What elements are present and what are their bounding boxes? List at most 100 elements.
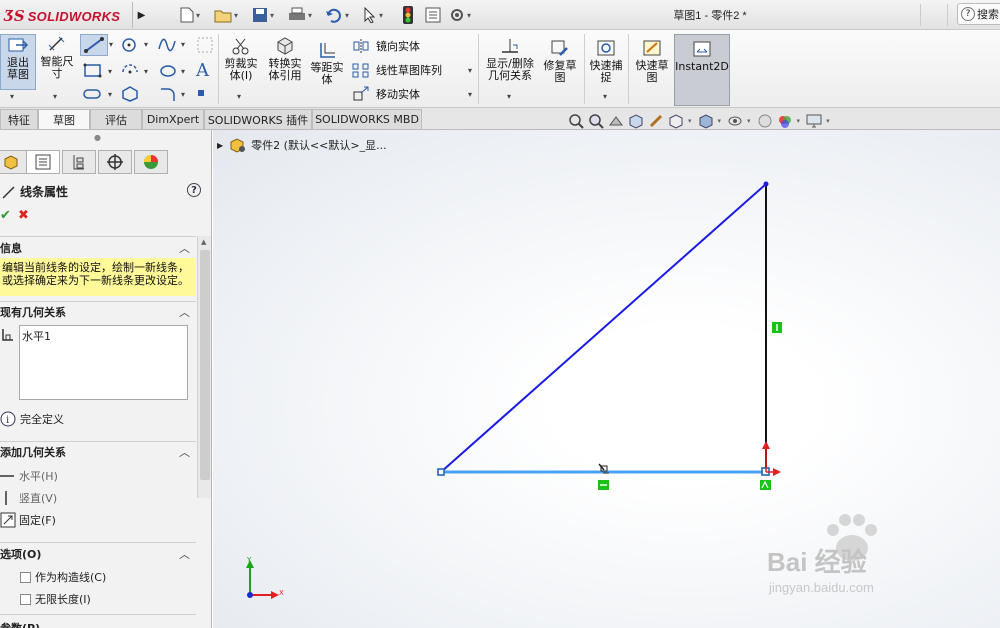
chevron-down-icon[interactable]: ▾: [181, 67, 185, 76]
chevron-down-icon[interactable]: ▾: [234, 11, 238, 20]
trim-entities-button[interactable]: 剪裁实体(I): [222, 36, 260, 82]
chevron-down-icon[interactable]: ▾: [108, 90, 112, 99]
save-button[interactable]: ▾: [252, 4, 274, 26]
slot-tool-button[interactable]: [82, 86, 104, 105]
left-endpoint[interactable]: [437, 468, 445, 476]
property-manager-tab[interactable]: [26, 150, 60, 174]
solidworks-logo[interactable]: ƷS SOLIDWORKS: [4, 6, 120, 26]
convert-entities-button[interactable]: 转换实体引用: [264, 36, 306, 82]
chevron-up-icon[interactable]: ︿: [179, 304, 190, 320]
rectangle-tool-button[interactable]: [82, 62, 104, 83]
cancel-x-icon[interactable]: ✖: [18, 208, 29, 223]
configuration-manager-tab[interactable]: [62, 150, 96, 174]
zoom-to-fit-icon[interactable]: [568, 113, 584, 129]
add-relations-header[interactable]: 添加几何关系 ︿: [0, 442, 196, 462]
chevron-down-icon[interactable]: ▾: [379, 11, 383, 20]
instant2d-button[interactable]: Instant2D: [674, 34, 730, 106]
info-section-header[interactable]: 信息 ︿: [0, 238, 196, 258]
view-orientation-icon[interactable]: [668, 113, 684, 129]
chevron-down-icon[interactable]: ▾: [181, 90, 185, 99]
chevron-down-icon[interactable]: ▾: [718, 117, 722, 125]
hypotenuse-line[interactable]: [440, 183, 767, 473]
quick-snaps-button[interactable]: 快速捕捉: [586, 38, 626, 84]
chevron-down-icon[interactable]: ▾: [603, 92, 607, 101]
print-button[interactable]: ▾: [288, 4, 312, 26]
repair-sketch-button[interactable]: 修复草图: [540, 38, 580, 84]
existing-relations-header[interactable]: 现有几何关系 ︿: [0, 302, 196, 322]
checkbox-box[interactable]: [20, 593, 31, 605]
chevron-down-icon[interactable]: ▾: [144, 67, 148, 76]
apply-scene-icon[interactable]: [777, 113, 793, 129]
circle-tool-button[interactable]: [120, 36, 140, 57]
scrollbar-thumb[interactable]: [200, 250, 210, 480]
chevron-down-icon[interactable]: ▾: [747, 117, 751, 125]
rapid-sketch-button[interactable]: 快速草图: [632, 38, 672, 84]
display-relations-button[interactable]: 显示/删除几何关系: [482, 36, 538, 82]
chevron-down-icon[interactable]: ▾: [826, 117, 830, 125]
panel-scrollbar[interactable]: ▲: [197, 236, 211, 498]
chevron-up-icon[interactable]: ︿: [179, 444, 190, 460]
line-tool-button[interactable]: [80, 34, 108, 56]
horizontal-relation-badge[interactable]: [598, 480, 609, 490]
section-view-icon[interactable]: [628, 113, 644, 129]
tab-addins[interactable]: SOLIDWORKS 插件: [204, 109, 312, 129]
offset-entities-button[interactable]: 等距实体: [308, 40, 346, 86]
text-tool-button[interactable]: A: [196, 60, 209, 81]
search-commands-button[interactable]: ? 搜索: [957, 3, 1000, 25]
previous-view-icon[interactable]: [608, 113, 624, 129]
linear-pattern-button[interactable]: 线性草图阵列: [352, 61, 442, 79]
ellipse-tool-button[interactable]: [158, 62, 178, 83]
chevron-down-icon[interactable]: ▾: [688, 117, 692, 125]
chevron-down-icon[interactable]: ▾: [308, 11, 312, 20]
tab-mbd[interactable]: SOLIDWORKS MBD: [312, 109, 422, 129]
chevron-down-icon[interactable]: ▾: [108, 67, 112, 76]
chevron-up-icon[interactable]: ︿: [179, 546, 190, 562]
display-style-icon[interactable]: [698, 113, 714, 129]
surface-sketch-button[interactable]: [196, 36, 214, 57]
dimxpert-manager-tab[interactable]: [98, 150, 132, 174]
existing-relations-list[interactable]: 水平1: [19, 325, 188, 400]
dynamic-annotation-icon[interactable]: [648, 113, 664, 129]
zoom-area-icon[interactable]: [588, 113, 604, 129]
menu-expand-button[interactable]: ▶: [132, 2, 150, 28]
chevron-down-icon[interactable]: ▾: [53, 92, 57, 101]
smart-dimension-button[interactable]: 智能尺寸: [38, 34, 76, 80]
polygon-tool-button[interactable]: [120, 86, 140, 105]
chevron-down-icon[interactable]: ▾: [468, 90, 472, 99]
chevron-up-icon[interactable]: ︿: [179, 240, 190, 256]
parameters-header[interactable]: 参数(P): [0, 618, 196, 628]
add-vertical-button[interactable]: 竖直(V): [0, 490, 57, 506]
chevron-down-icon[interactable]: ▾: [10, 92, 14, 101]
tab-features[interactable]: 特征: [0, 109, 38, 129]
chevron-down-icon[interactable]: ▾: [467, 11, 471, 20]
vertical-relation-badge[interactable]: [772, 322, 782, 333]
hide-show-items-icon[interactable]: [727, 113, 743, 129]
file-properties-button[interactable]: [425, 4, 441, 26]
construction-checkbox[interactable]: 作为构造线(C): [20, 569, 106, 585]
help-icon[interactable]: ?: [187, 183, 201, 197]
chevron-down-icon[interactable]: ▾: [507, 92, 511, 101]
feature-manager-tab[interactable]: [0, 150, 28, 174]
ok-checkmark-icon[interactable]: ✔: [0, 208, 11, 223]
exit-sketch-button[interactable]: 退出草图: [0, 34, 36, 90]
chevron-down-icon[interactable]: ▾: [109, 40, 113, 49]
rebuild-button[interactable]: [403, 4, 413, 26]
mirror-entities-button[interactable]: 镜向实体: [352, 37, 420, 55]
chevron-down-icon[interactable]: ▾: [196, 11, 200, 20]
chevron-down-icon[interactable]: ▾: [345, 11, 349, 20]
chevron-down-icon[interactable]: ▾: [144, 40, 148, 49]
panel-grip[interactable]: ●: [94, 133, 101, 142]
chevron-down-icon[interactable]: ▾: [181, 40, 185, 49]
chevron-down-icon[interactable]: ▾: [468, 66, 472, 75]
arc-tool-button[interactable]: [120, 62, 142, 83]
chevron-down-icon[interactable]: ▾: [270, 11, 274, 20]
new-document-button[interactable]: ▾: [180, 4, 200, 26]
options-button[interactable]: ▾: [449, 4, 471, 26]
display-manager-tab[interactable]: [134, 150, 168, 174]
add-horizontal-button[interactable]: 水平(H): [0, 468, 58, 484]
spline-tool-button[interactable]: [156, 35, 178, 58]
chevron-down-icon[interactable]: ▾: [237, 92, 241, 101]
chevron-down-icon[interactable]: ▾: [797, 117, 801, 125]
add-fix-button[interactable]: 固定(F): [0, 512, 56, 528]
options-header[interactable]: 选项(O) ︿: [0, 544, 196, 564]
